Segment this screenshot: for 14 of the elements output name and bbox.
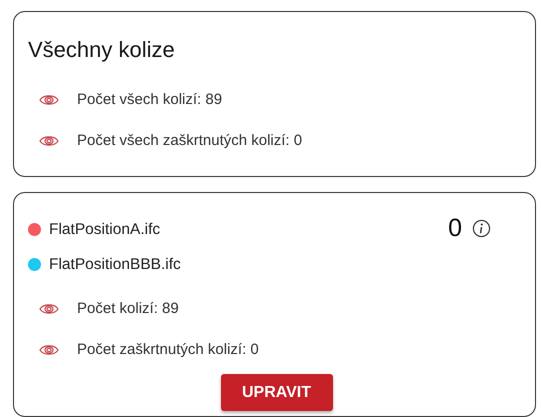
stat-label: Počet zaškrtnutých kolizí: 0 <box>77 341 259 358</box>
stat-label: Počet kolizí: 89 <box>77 300 179 317</box>
collision-count: 0 <box>448 214 462 243</box>
edit-button[interactable]: UPRAVIT <box>220 374 332 411</box>
eye-icon <box>39 342 59 356</box>
stat-label: Počet všech kolizí: 89 <box>77 91 222 108</box>
file-name: FlatPositionA.ifc <box>49 220 160 238</box>
eye-icon <box>39 92 59 106</box>
card-title: Všechny kolize <box>28 37 176 63</box>
file-name: FlatPositionBBB.ifc <box>49 256 181 274</box>
eye-icon <box>39 134 59 148</box>
stat-label: Počet všech zaškrtnutých kolizí: 0 <box>77 132 302 149</box>
info-icon[interactable] <box>472 219 491 238</box>
eye-icon <box>39 302 59 316</box>
